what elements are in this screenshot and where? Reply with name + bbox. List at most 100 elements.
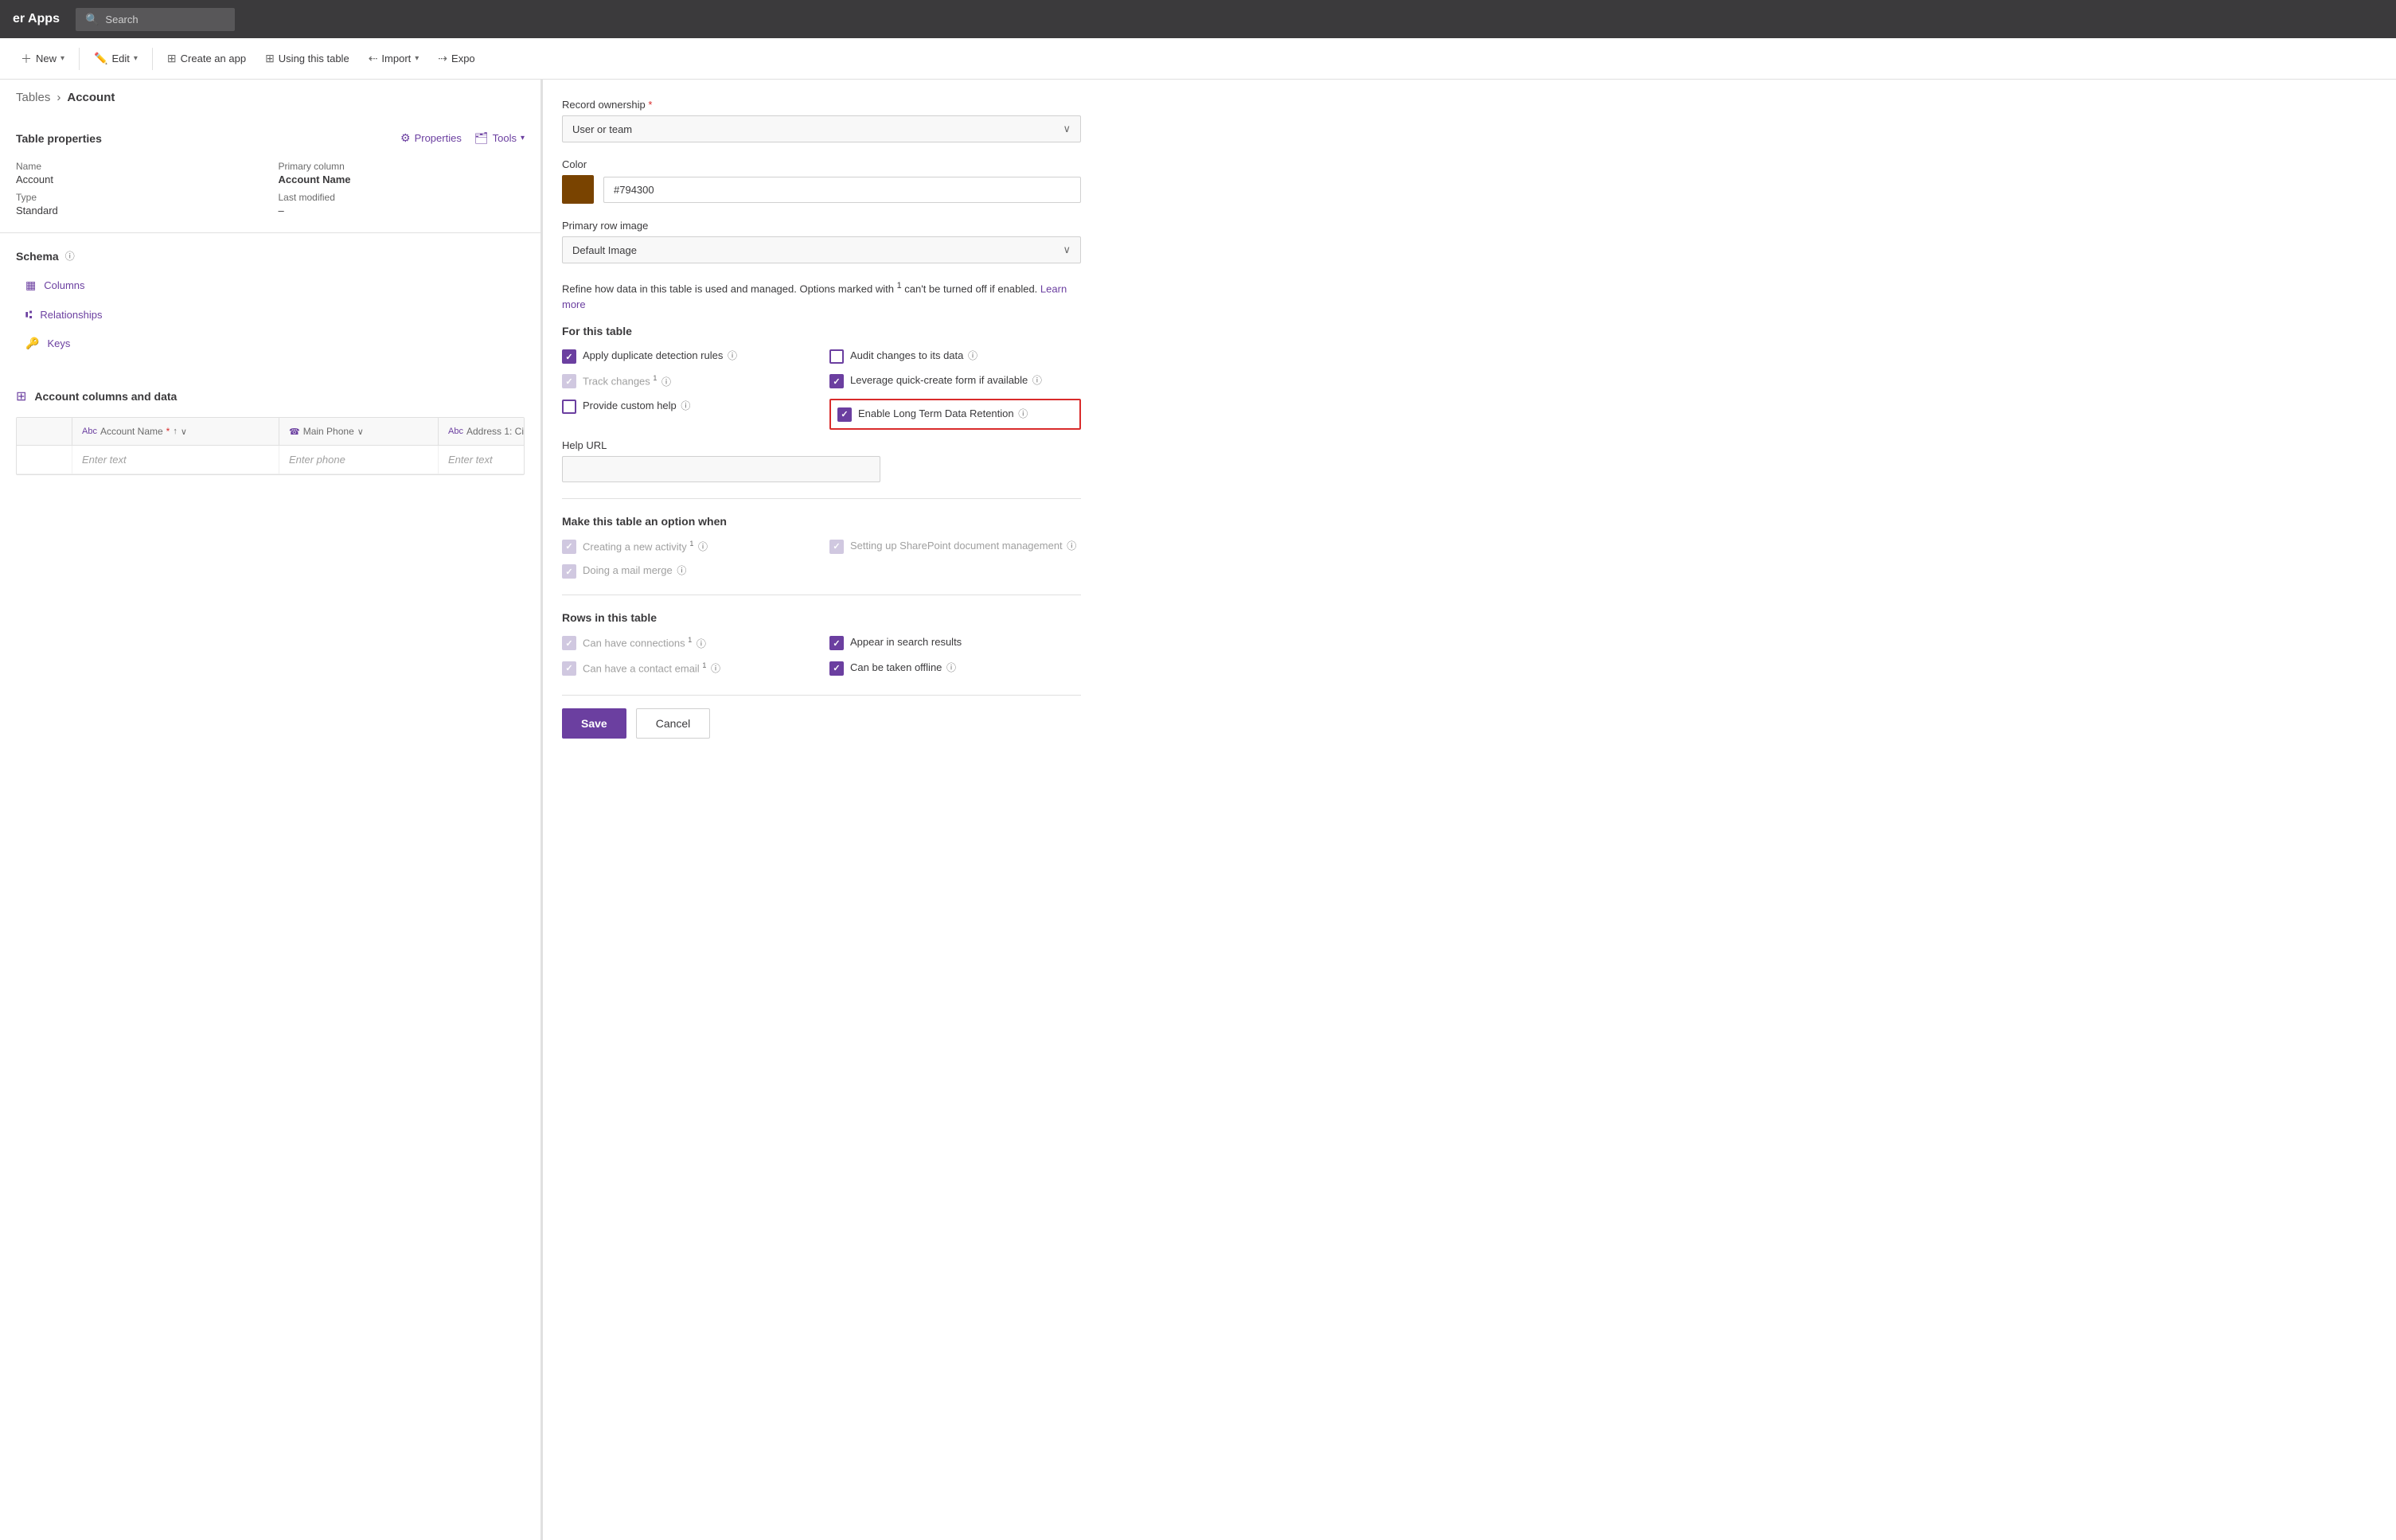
info-icon[interactable]: ⓘ <box>946 662 956 673</box>
table-props-title: Table properties <box>16 132 102 145</box>
record-ownership-field: Record ownership * User or team ∨ <box>562 99 1081 142</box>
can-have-contact-email-checkbox[interactable]: ✓ <box>562 661 576 676</box>
keys-icon: 🔑 <box>25 337 39 350</box>
info-icon[interactable]: ⓘ <box>681 400 690 411</box>
appear-in-search-checkbox[interactable]: ✓ <box>829 636 844 650</box>
toolbar: ＋ New ▾ ✏️ Edit ▾ ⊞ Create an app ⊞ Usin… <box>0 38 2396 80</box>
primary-column-prop: Primary column Account Name <box>279 161 525 185</box>
primary-row-image-field: Primary row image Default Image ∨ <box>562 220 1081 263</box>
account-columns-section: ⊞ Account columns and data Abc Account N… <box>0 372 540 491</box>
col-header-main-phone[interactable]: ☎ Main Phone ∨ <box>279 418 439 445</box>
schema-keys-item[interactable]: 🔑 Keys <box>16 330 525 357</box>
table-properties-section: Table properties ⚙ Properties 🗂 Tools ▾ … <box>0 115 540 233</box>
create-app-button[interactable]: ⊞ Create an app <box>159 47 254 70</box>
color-hex-input[interactable] <box>603 177 1081 203</box>
info-icon[interactable]: ⓘ <box>697 638 706 649</box>
tools-button[interactable]: 🗂 Tools ▾ <box>474 131 525 145</box>
rows-options: ✓ Can have connections 1 ⓘ ✓ Appear in s… <box>562 635 1081 676</box>
schema-header: Schema ⓘ <box>16 249 525 263</box>
info-icon[interactable]: ⓘ <box>968 350 978 361</box>
doing-mail-merge-checkbox[interactable]: ✓ <box>562 564 576 579</box>
setting-sharepoint-checkbox[interactable]: ✓ <box>829 540 844 554</box>
breadcrumb-parent[interactable]: Tables <box>16 91 50 104</box>
col-header-address[interactable]: Abc Address 1: Ci <box>439 418 525 445</box>
record-ownership-select[interactable]: User or team ∨ <box>562 115 1081 142</box>
info-icon[interactable]: ⓘ <box>661 376 671 388</box>
export-button[interactable]: ⇢ Expo <box>430 47 482 70</box>
account-section-title: Account columns and data <box>34 390 177 403</box>
divider <box>562 498 1081 499</box>
chevron-down-icon[interactable]: ∨ <box>181 427 187 437</box>
info-icon: ⓘ <box>65 249 75 263</box>
col-header-account-name[interactable]: Abc Account Name * ↑ ∨ <box>72 418 279 445</box>
color-row <box>562 175 1081 204</box>
address-cell[interactable]: Enter text <box>439 446 525 474</box>
info-icon[interactable]: ⓘ <box>698 541 708 552</box>
chevron-icon: ▾ <box>60 54 64 63</box>
record-ownership-label: Record ownership * <box>562 99 1081 111</box>
info-icon[interactable]: ⓘ <box>728 350 737 361</box>
using-table-button[interactable]: ⊞ Using this table <box>257 47 357 70</box>
phone-icon: ☎ <box>289 427 300 437</box>
option-setting-sharepoint: ✓ Setting up SharePoint document managem… <box>829 539 1081 555</box>
can-be-taken-offline-checkbox[interactable]: ✓ <box>829 661 844 676</box>
search-input[interactable] <box>105 14 224 25</box>
primary-row-image-select[interactable]: Default Image ∨ <box>562 236 1081 263</box>
make-option-options: ✓ Creating a new activity 1 ⓘ ✓ Setting … <box>562 539 1081 579</box>
color-swatch[interactable] <box>562 175 594 204</box>
info-icon[interactable]: ⓘ <box>1067 540 1076 552</box>
sort-up-icon[interactable]: ↑ <box>173 427 178 436</box>
account-section-header: ⊞ Account columns and data <box>16 388 525 404</box>
option-provide-custom-help: Provide custom help ⓘ <box>562 399 814 430</box>
new-button[interactable]: ＋ New ▾ <box>13 46 72 72</box>
left-panel: Tables › Account Table properties ⚙ Prop… <box>0 80 541 1540</box>
search-bar[interactable]: 🔍 <box>76 8 235 31</box>
option-can-have-contact-email: ✓ Can have a contact email 1 ⓘ <box>562 661 814 676</box>
info-icon[interactable]: ⓘ <box>711 663 720 674</box>
option-audit-changes: Audit changes to its data ⓘ <box>829 349 1081 364</box>
table-props-header: Table properties ⚙ Properties 🗂 Tools ▾ <box>16 131 525 145</box>
schema-columns-item[interactable]: ▦ Columns <box>16 272 525 298</box>
help-url-label: Help URL <box>562 439 1081 451</box>
option-enable-long-term: ✓ Enable Long Term Data Retention ⓘ <box>829 399 1081 430</box>
option-can-be-taken-offline: ✓ Can be taken offline ⓘ <box>829 661 1081 676</box>
chevron-down-icon: ∨ <box>1063 244 1071 256</box>
schema-relationships-item[interactable]: ⑆ Relationships <box>16 302 525 327</box>
audit-changes-checkbox[interactable] <box>829 349 844 364</box>
account-name-cell[interactable]: Enter text <box>72 446 279 474</box>
provide-custom-help-checkbox[interactable] <box>562 400 576 414</box>
chevron-down-icon[interactable]: ∨ <box>357 427 364 437</box>
refine-description: Refine how data in this table is used an… <box>562 279 1081 312</box>
cancel-button[interactable]: Cancel <box>636 708 711 739</box>
can-have-connections-checkbox[interactable]: ✓ <box>562 636 576 650</box>
info-icon[interactable]: ⓘ <box>677 565 686 576</box>
leverage-quick-checkbox[interactable]: ✓ <box>829 374 844 388</box>
info-icon[interactable]: ⓘ <box>1018 408 1028 419</box>
edit-button[interactable]: ✏️ Edit ▾ <box>86 47 146 70</box>
help-url-input[interactable] <box>562 456 880 482</box>
breadcrumb-current: Account <box>67 91 115 104</box>
import-button[interactable]: ⇠ Import ▾ <box>361 47 427 70</box>
apply-duplicate-checkbox[interactable]: ✓ <box>562 349 576 364</box>
make-option-header: Make this table an option when <box>562 515 1081 528</box>
save-button[interactable]: Save <box>562 708 626 739</box>
divider-2 <box>152 48 153 70</box>
account-table: Abc Account Name * ↑ ∨ ☎ Main Phone ∨ Ab… <box>16 417 525 475</box>
row-checkbox-cell <box>17 446 72 474</box>
export-icon: ⇢ <box>438 52 447 65</box>
creating-activity-checkbox[interactable]: ✓ <box>562 540 576 554</box>
main-phone-cell[interactable]: Enter phone <box>279 446 439 474</box>
help-url-field: Help URL <box>562 439 1081 482</box>
info-icon[interactable]: ⓘ <box>1032 375 1042 386</box>
import-icon: ⇠ <box>369 52 378 65</box>
chevron-down-icon: ∨ <box>1063 123 1071 135</box>
track-changes-checkbox[interactable]: ✓ <box>562 374 576 388</box>
account-table-header: Abc Account Name * ↑ ∨ ☎ Main Phone ∨ Ab… <box>17 418 524 446</box>
type-prop: Type Standard <box>16 192 263 216</box>
abc-icon: Abc <box>82 427 97 436</box>
enable-long-term-checkbox[interactable]: ✓ <box>837 407 852 422</box>
properties-button[interactable]: ⚙ Properties <box>400 131 462 145</box>
grid-icon: ⊞ <box>167 52 177 65</box>
gear-icon: ⚙ <box>400 131 411 145</box>
table-row: Enter text Enter phone Enter text <box>17 446 524 474</box>
